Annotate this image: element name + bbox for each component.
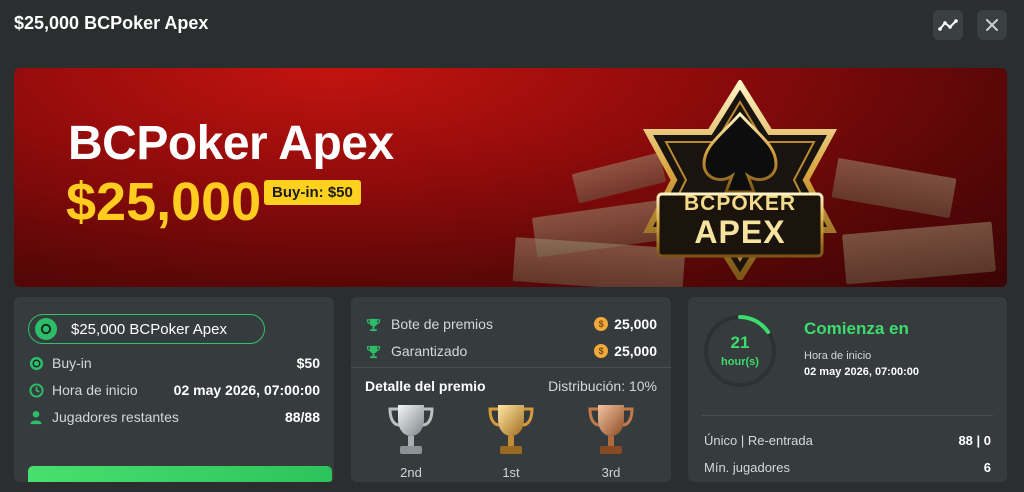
min-players-value: 6 [983,460,991,475]
tournament-banner: BCPoker Apex $25,000 Buy-in: $50 BCPOKER… [14,68,1007,287]
min-players-row: Mín. jugadores 6 [704,460,991,478]
tournament-name-pill: $25,000 BCPoker Apex [28,314,265,344]
buyin-label: Buy-in [52,355,92,371]
coin-icon [28,355,44,371]
banner-title: BCPoker Apex [68,117,394,170]
logo-text-apex: APEX [694,214,786,250]
entry-type-label: Único | Re-entrada [704,433,813,448]
entry-type-value: 88 | 0 [958,433,991,448]
modal-header: $25,000 BCPoker Apex [0,0,1024,50]
prize-detail-header: Detalle del premio Distribución: 10% [365,378,657,394]
players-label: Jugadores restantes [52,409,179,425]
banner-buyin-tag: Buy-in: $50 [264,180,361,205]
start-time-row: Hora de inicio 02 may 2026, 07:00:00 [28,380,320,400]
prize-pool-value-wrap: $ 25,000 [594,316,657,332]
activity-chart-icon [938,19,958,31]
logo-text-bcpoker: BCPOKER [683,192,796,215]
start-panel: 21 hour(s) Comienza en Hora de inicio 02… [688,297,1007,482]
countdown-unit: hour(s) [721,356,759,368]
modal-title: $25,000 BCPoker Apex [14,13,209,33]
prize-pool-row: Bote de premios $ 25,000 [365,314,657,334]
close-icon [986,19,998,31]
players-value: 88/88 [284,409,320,425]
buyin-value: $50 [296,355,320,371]
banner-prize-amount: $25,000 [66,172,262,232]
silver-trophy-icon [388,405,434,454]
cash-stack-image [842,221,996,285]
tournament-info-panel: $25,000 BCPoker Apex Buy-in $50 Hora de … [14,297,334,482]
entry-type-row: Único | Re-entrada 88 | 0 [704,433,991,451]
poker-chip-icon [35,318,57,340]
trophy-icon [365,316,381,332]
bronze-trophy-icon [588,405,634,454]
start-time-value: 02 may 2026, 07:00:00 [173,382,320,398]
coin-icon: $ [594,317,609,331]
user-icon [28,409,44,425]
coin-icon: $ [594,344,609,358]
divider [351,367,671,368]
guaranteed-label: Garantizado [391,343,468,359]
register-button[interactable] [28,466,332,482]
start-time-label: Hora de inicio [52,382,138,398]
prize-detail-label: Detalle del premio [365,378,486,394]
stats-button[interactable] [933,10,963,40]
place-label-2nd: 2nd [400,465,422,480]
players-row: Jugadores restantes 88/88 [28,407,320,427]
min-players-label: Mín. jugadores [704,460,790,475]
countdown-value: 21 [730,333,750,352]
guaranteed-row: Garantizado $ 25,000 [365,341,657,361]
guaranteed-value: 25,000 [614,343,657,359]
trophy-icon [365,343,381,359]
guaranteed-value-wrap: $ 25,000 [594,343,657,359]
divider [702,415,993,416]
tournament-name: $25,000 BCPoker Apex [71,320,227,338]
distribution-label: Distribución: 10% [548,378,657,394]
prize-panel: Bote de premios $ 25,000 Garantizado $ 2… [351,297,671,482]
buyin-row: Buy-in $50 [28,353,320,373]
countdown-timer: 21 hour(s) [702,313,778,389]
prize-pool-label: Bote de premios [391,316,493,332]
gold-trophy-icon [488,405,534,454]
place-label-1st: 1st [502,465,520,480]
starts-in-label: Comienza en [804,319,909,338]
prize-pool-value: 25,000 [614,316,657,332]
place-label-3rd: 3rd [601,465,621,480]
start-time-label: Hora de inicio [804,350,872,362]
start-time-value: 02 may 2026, 07:00:00 [804,366,919,378]
close-button[interactable] [977,10,1007,40]
clock-icon [28,382,44,398]
